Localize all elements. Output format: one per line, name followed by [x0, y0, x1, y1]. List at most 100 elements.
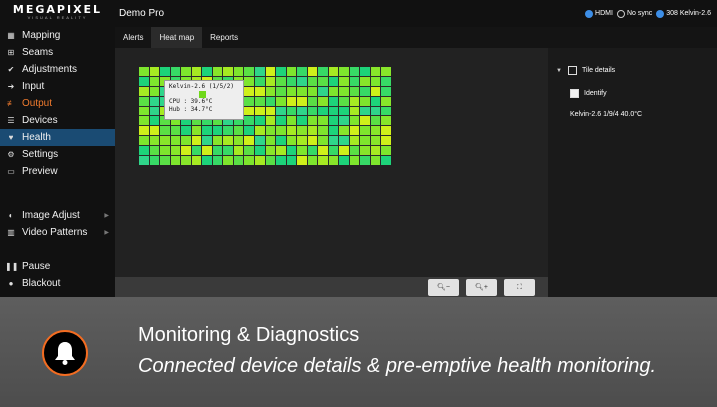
heat-tile[interactable]	[244, 106, 254, 116]
heat-tile[interactable]	[328, 67, 339, 76]
heat-tile[interactable]	[360, 76, 370, 86]
identify-toggle[interactable]: Identify	[570, 89, 607, 98]
heat-tile[interactable]	[328, 156, 339, 165]
heat-tile[interactable]	[202, 136, 212, 146]
heat-tile[interactable]	[328, 76, 339, 86]
heat-tile[interactable]	[191, 67, 202, 76]
heat-tile[interactable]	[233, 146, 244, 156]
heat-tile[interactable]	[181, 136, 191, 146]
heat-tile[interactable]	[286, 156, 297, 165]
heat-tile[interactable]	[233, 156, 244, 165]
heat-tile[interactable]	[149, 136, 160, 146]
heat-tile[interactable]	[244, 136, 254, 146]
heat-tile[interactable]	[233, 67, 244, 76]
heat-tile[interactable]	[307, 76, 318, 86]
heat-tile[interactable]	[297, 126, 307, 136]
sidebar-item-settings[interactable]: ⚙ Settings	[0, 146, 115, 163]
heat-tile[interactable]	[170, 126, 181, 136]
heat-tile[interactable]	[265, 96, 276, 106]
heat-tile[interactable]	[339, 136, 349, 146]
heat-tile[interactable]	[349, 146, 360, 156]
heat-tile[interactable]	[307, 146, 318, 156]
heat-tile[interactable]	[149, 76, 160, 86]
heat-tile[interactable]	[370, 156, 381, 165]
heat-tile[interactable]	[212, 67, 223, 76]
heat-tile[interactable]	[328, 86, 339, 96]
heat-tile[interactable]	[286, 116, 297, 126]
heat-tile[interactable]	[307, 136, 318, 146]
identify-checkbox[interactable]	[570, 89, 579, 98]
heat-tile[interactable]	[244, 126, 254, 136]
heat-tile[interactable]	[360, 67, 370, 76]
heat-tile[interactable]	[170, 67, 181, 76]
heat-tile[interactable]	[349, 116, 360, 126]
heat-tile[interactable]	[360, 116, 370, 126]
sidebar-item-input[interactable]: ➜ Input	[0, 78, 115, 95]
heat-tile[interactable]	[360, 96, 370, 106]
sidebar-item-devices[interactable]: ☰ Devices	[0, 112, 115, 129]
heat-tile[interactable]	[212, 136, 223, 146]
heat-tile[interactable]	[381, 116, 391, 126]
zoom-in-button[interactable]: 🔍︎+	[466, 279, 497, 296]
heat-tile[interactable]	[381, 86, 391, 96]
heat-tile[interactable]	[370, 96, 381, 106]
heat-tile[interactable]	[286, 67, 297, 76]
heat-tile[interactable]	[318, 136, 328, 146]
tile-details-checkbox[interactable]	[567, 66, 577, 75]
heat-tile[interactable]	[254, 106, 265, 116]
heat-tile[interactable]	[149, 86, 160, 96]
heat-tile[interactable]	[339, 96, 349, 106]
heat-tile[interactable]	[286, 136, 297, 146]
heat-tile[interactable]	[149, 96, 160, 106]
heat-tile[interactable]	[276, 76, 286, 86]
heat-tile[interactable]	[244, 156, 254, 165]
heat-tile[interactable]	[276, 146, 286, 156]
heat-tile[interactable]	[307, 156, 318, 165]
heat-tile[interactable]	[160, 67, 170, 76]
sidebar-item-seams[interactable]: ⊞ Seams	[0, 44, 115, 61]
sidebar-item-pause[interactable]: ❚❚ Pause	[0, 258, 115, 275]
heat-tile[interactable]	[328, 96, 339, 106]
heat-tile[interactable]	[139, 116, 149, 126]
heat-tile[interactable]	[297, 156, 307, 165]
heat-tile[interactable]	[139, 86, 149, 96]
heat-tile[interactable]	[349, 136, 360, 146]
heat-tile[interactable]	[318, 116, 328, 126]
heat-tile[interactable]	[181, 67, 191, 76]
heat-tile[interactable]	[254, 146, 265, 156]
heat-tile[interactable]	[254, 96, 265, 106]
heat-tile[interactable]	[381, 156, 391, 165]
heat-tile[interactable]	[286, 76, 297, 86]
heat-tile[interactable]	[339, 67, 349, 76]
heat-tile[interactable]	[381, 106, 391, 116]
heat-tile[interactable]	[349, 106, 360, 116]
heat-tile[interactable]	[254, 126, 265, 136]
heat-tile[interactable]	[223, 67, 233, 76]
heat-tile[interactable]	[360, 106, 370, 116]
heat-tile[interactable]	[265, 156, 276, 165]
heat-tile[interactable]	[276, 116, 286, 126]
heat-tile[interactable]	[318, 67, 328, 76]
heat-tile[interactable]	[212, 146, 223, 156]
heat-tile[interactable]	[307, 67, 318, 76]
tab-reports[interactable]: Reports	[202, 27, 246, 48]
heat-tile[interactable]	[381, 67, 391, 76]
heat-tile[interactable]	[139, 136, 149, 146]
heat-tile[interactable]	[254, 136, 265, 146]
heat-tile[interactable]	[349, 96, 360, 106]
heat-tile[interactable]	[233, 136, 244, 146]
heat-tile[interactable]	[370, 146, 381, 156]
heat-tile[interactable]	[307, 126, 318, 136]
heat-tile[interactable]	[318, 86, 328, 96]
heat-tile[interactable]	[318, 156, 328, 165]
heat-tile[interactable]	[139, 146, 149, 156]
heat-tile[interactable]	[212, 126, 223, 136]
heat-tile[interactable]	[381, 136, 391, 146]
heat-tile[interactable]	[254, 156, 265, 165]
heat-tile[interactable]	[202, 126, 212, 136]
sidebar-item-health[interactable]: ♥ Health	[0, 129, 115, 146]
sidebar-item-adjustments[interactable]: ✔ Adjustments	[0, 61, 115, 78]
heat-tile[interactable]	[328, 106, 339, 116]
tab-heat-map[interactable]: Heat map	[151, 27, 203, 48]
heat-tile[interactable]	[244, 116, 254, 126]
